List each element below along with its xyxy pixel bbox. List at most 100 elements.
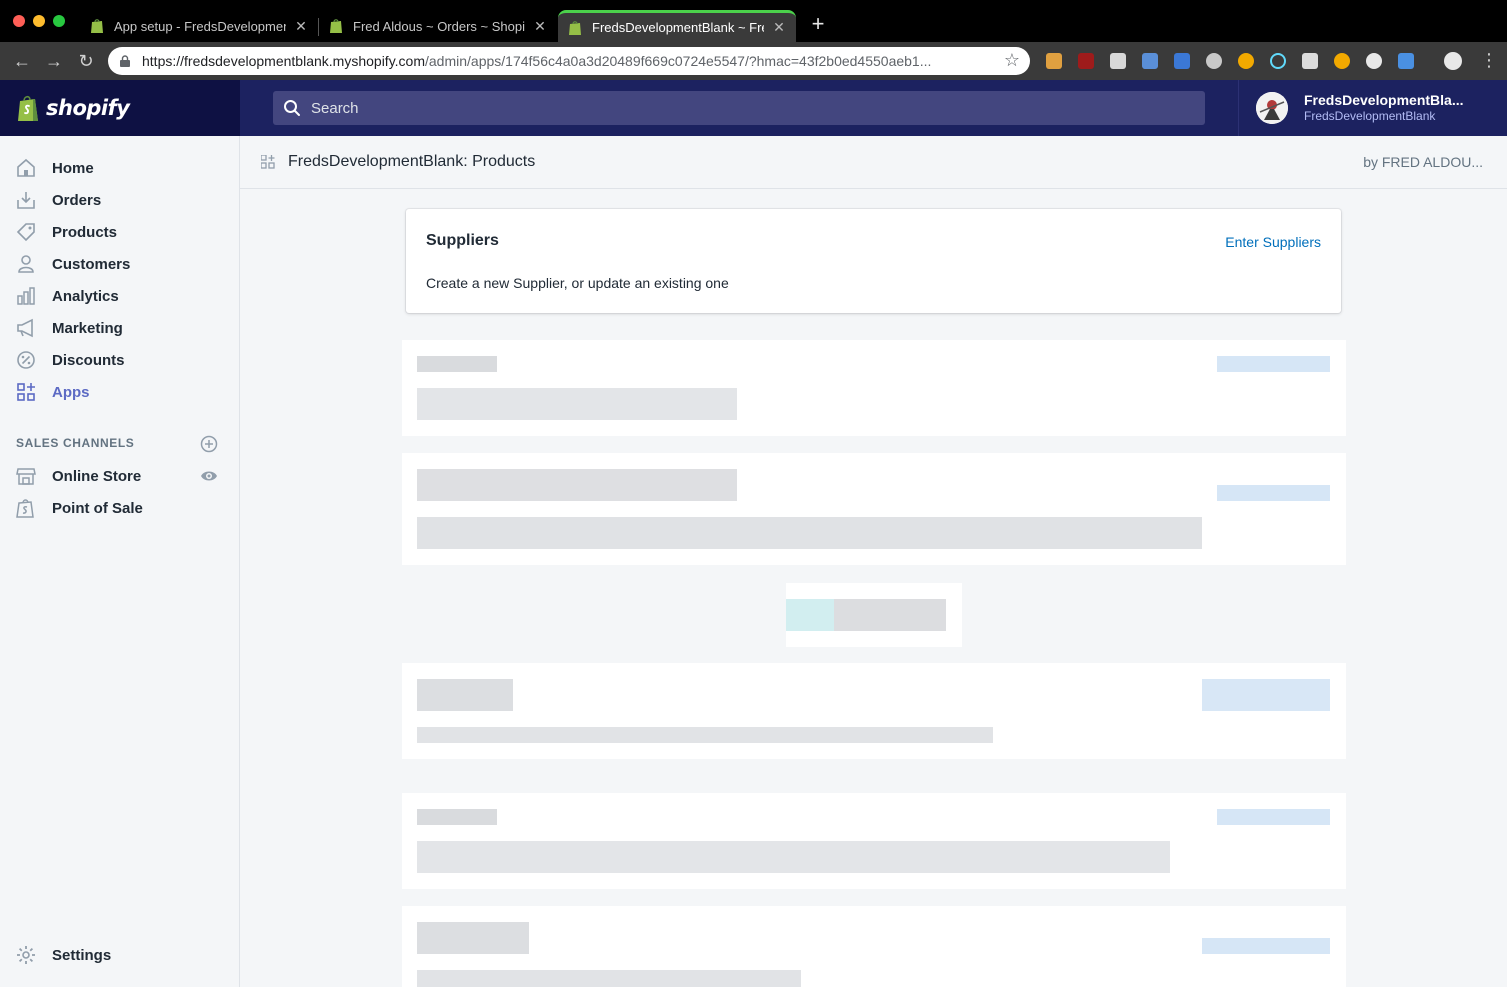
close-tab-icon[interactable]: ✕ bbox=[772, 19, 786, 36]
browser-tab[interactable]: Fred Aldous ~ Orders ~ Shopify ✕ bbox=[319, 10, 557, 42]
forward-arrow-icon[interactable]: → bbox=[44, 51, 64, 71]
browser-tab-bar: App setup - FredsDevelopmentBlank ✕ Fred… bbox=[0, 0, 1507, 42]
sidebar-item-label: Point of Sale bbox=[52, 499, 143, 517]
redacted-card bbox=[388, 326, 1360, 450]
shopify-bag-icon bbox=[18, 95, 38, 121]
gear-icon[interactable] bbox=[1206, 53, 1222, 69]
extension-icon[interactable] bbox=[1238, 53, 1254, 69]
extension-icon[interactable] bbox=[1174, 53, 1190, 69]
extension-icon[interactable] bbox=[1078, 53, 1094, 69]
shopify-topbar: shopify FredsDevelopmentBla... FredsDeve… bbox=[0, 80, 1507, 136]
profile-avatar[interactable] bbox=[1444, 52, 1462, 70]
url-path: /admin/apps/174f56c4a0a3d20489f669c0724e… bbox=[425, 53, 932, 69]
sidebar-item-marketing[interactable]: Marketing bbox=[0, 312, 239, 344]
shopify-favicon-icon bbox=[330, 19, 342, 33]
close-tab-icon[interactable]: ✕ bbox=[533, 18, 547, 35]
page-title: FredsDevelopmentBlank: Products bbox=[288, 153, 536, 170]
extension-icon[interactable] bbox=[1302, 53, 1318, 69]
browser-tab-active[interactable]: FredsDevelopmentBlank ~ Fred Aldous ✕ bbox=[558, 10, 796, 42]
card-title: Suppliers bbox=[426, 232, 499, 249]
redacted-card bbox=[388, 892, 1360, 987]
apps-icon bbox=[261, 155, 275, 169]
redacted-card bbox=[388, 649, 1360, 773]
shopify-favicon-icon bbox=[569, 20, 581, 35]
url-host: https://fredsdevelopmentblank.myshopify.… bbox=[142, 53, 425, 69]
sidebar-item-settings[interactable]: Settings bbox=[0, 939, 239, 971]
sidebar-item-label: Online Store bbox=[52, 467, 142, 485]
shopify-bag-icon bbox=[16, 499, 34, 518]
back-arrow-icon[interactable]: ← bbox=[12, 51, 32, 71]
sidebar-item-label: Products bbox=[52, 223, 118, 241]
browser-menu-icon[interactable]: ⋮ bbox=[1480, 50, 1498, 71]
store-icon bbox=[16, 468, 36, 485]
megaphone-icon bbox=[17, 318, 33, 338]
sidebar-item-point-of-sale[interactable]: Point of Sale bbox=[0, 492, 239, 524]
store-menu[interactable]: FredsDevelopmentBla... FredsDevelopmentB… bbox=[1238, 80, 1507, 136]
eye-icon[interactable] bbox=[200, 467, 218, 485]
sidebar-item-label: Home bbox=[52, 159, 94, 177]
app-developer[interactable]: by FRED ALDOU... bbox=[1363, 154, 1483, 170]
extension-icon[interactable] bbox=[1366, 53, 1382, 69]
bar-chart-icon bbox=[17, 287, 35, 305]
sidebar-item-label: Analytics bbox=[52, 287, 119, 305]
url-text: https://fredsdevelopmentblank.myshopify.… bbox=[142, 53, 992, 69]
redacted-card bbox=[388, 779, 1360, 903]
add-channel-icon[interactable] bbox=[200, 435, 218, 453]
sidebar-item-customers[interactable]: Customers bbox=[0, 248, 239, 280]
maximize-window-button[interactable] bbox=[53, 15, 65, 27]
sidebar-item-label: Orders bbox=[52, 191, 102, 209]
store-avatar bbox=[1256, 92, 1288, 124]
sidebar-item-label: Customers bbox=[52, 255, 131, 273]
sidebar-item-discounts[interactable]: Discounts bbox=[0, 344, 239, 376]
sales-channels-heading: SALES CHANNELS bbox=[16, 436, 135, 450]
extension-icon[interactable] bbox=[1142, 53, 1158, 69]
apps-icon bbox=[17, 383, 35, 401]
extension-icon[interactable] bbox=[1334, 53, 1350, 69]
tab-title: FredsDevelopmentBlank ~ Fred Aldous bbox=[592, 20, 764, 35]
bookmark-star-icon[interactable]: ☆ bbox=[1004, 50, 1020, 71]
extension-icon[interactable] bbox=[1046, 53, 1062, 69]
sidebar-item-label: Marketing bbox=[52, 319, 123, 337]
card-description: Create a new Supplier, or update an exis… bbox=[426, 275, 729, 291]
person-icon bbox=[18, 255, 34, 273]
close-tab-icon[interactable]: ✕ bbox=[294, 18, 308, 35]
search-icon bbox=[284, 100, 300, 116]
reload-icon[interactable]: ↻ bbox=[76, 51, 96, 71]
sidebar-item-analytics[interactable]: Analytics bbox=[0, 280, 239, 312]
extension-icon[interactable] bbox=[1110, 53, 1126, 69]
lock-icon bbox=[120, 55, 130, 67]
sidebar: Home Orders Products Customers Analytics… bbox=[0, 136, 240, 987]
sidebar-item-orders[interactable]: Orders bbox=[0, 184, 239, 216]
home-icon bbox=[17, 158, 35, 177]
discount-icon bbox=[17, 351, 35, 369]
search-bar[interactable] bbox=[273, 91, 1205, 125]
store-name: FredsDevelopmentBla... bbox=[1304, 92, 1464, 108]
tab-title: App setup - FredsDevelopmentBlank bbox=[114, 18, 286, 34]
address-bar[interactable]: https://fredsdevelopmentblank.myshopify.… bbox=[108, 47, 1030, 75]
sidebar-item-products[interactable]: Products bbox=[0, 216, 239, 248]
extension-icon[interactable] bbox=[1270, 53, 1286, 69]
redacted-control bbox=[772, 569, 976, 661]
redacted-card bbox=[388, 439, 1360, 579]
sidebar-item-label: Settings bbox=[52, 946, 112, 964]
shopify-wordmark: shopify bbox=[46, 96, 130, 120]
app-header: FredsDevelopmentBlank: Products by FRED … bbox=[240, 136, 1507, 189]
shopify-favicon-icon bbox=[91, 19, 103, 33]
shopify-logo[interactable]: shopify bbox=[0, 80, 240, 136]
store-subtitle: FredsDevelopmentBlank bbox=[1304, 109, 1436, 123]
search-input[interactable] bbox=[311, 99, 1191, 117]
orders-icon bbox=[17, 192, 35, 209]
tag-icon bbox=[16, 223, 35, 242]
enter-suppliers-link[interactable]: Enter Suppliers bbox=[1225, 234, 1321, 250]
minimize-window-button[interactable] bbox=[33, 15, 45, 27]
new-tab-button[interactable]: + bbox=[808, 13, 828, 35]
sidebar-item-label: Discounts bbox=[52, 351, 125, 369]
tab-title: Fred Aldous ~ Orders ~ Shopify bbox=[353, 18, 525, 34]
sidebar-item-label: Apps bbox=[52, 383, 90, 401]
sidebar-item-apps[interactable]: Apps bbox=[0, 376, 239, 408]
browser-tab[interactable]: App setup - FredsDevelopmentBlank ✕ bbox=[80, 10, 318, 42]
extension-icon[interactable] bbox=[1398, 53, 1414, 69]
close-window-button[interactable] bbox=[13, 15, 25, 27]
sidebar-item-home[interactable]: Home bbox=[0, 152, 239, 184]
suppliers-card: Suppliers Enter Suppliers Create a new S… bbox=[406, 209, 1341, 313]
